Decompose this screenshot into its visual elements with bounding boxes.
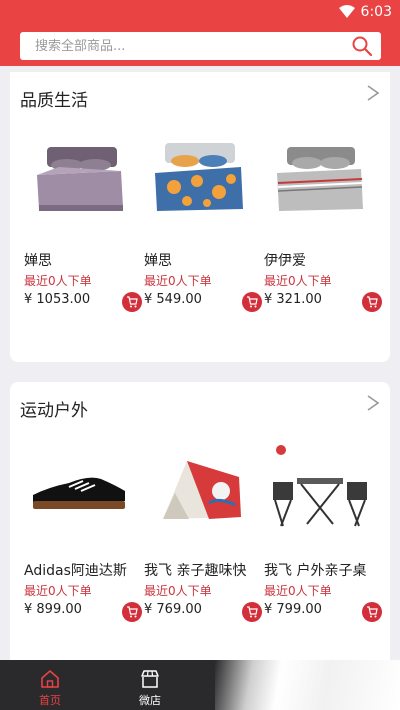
product-sales: 最近0人下单 xyxy=(264,274,332,288)
cart-icon xyxy=(127,606,138,618)
product-name: Adidas阿迪达斯 xyxy=(24,563,127,579)
product-name: 婵思 xyxy=(144,253,172,269)
add-to-cart-button[interactable] xyxy=(122,602,142,622)
add-to-cart-button[interactable] xyxy=(122,292,142,312)
tab-shop[interactable]: 微店 xyxy=(120,664,180,708)
obscured-area xyxy=(215,660,400,710)
product-sales: 最近0人下单 xyxy=(144,584,212,598)
tab-home-label: 首页 xyxy=(39,694,61,707)
product-price: ¥ 769.00 xyxy=(144,602,202,617)
product-name: 伊伊爱 xyxy=(264,253,306,269)
product-sales: 最近0人下单 xyxy=(144,274,212,288)
wifi-icon xyxy=(338,5,355,18)
section-title: 品质生活 xyxy=(20,91,88,111)
product-price: ¥ 799.00 xyxy=(264,602,322,617)
bed-image xyxy=(277,147,363,211)
product-price: ¥ 321.00 xyxy=(264,292,322,307)
product-sales: 最近0人下单 xyxy=(24,584,92,598)
product-image[interactable] xyxy=(260,432,378,542)
cart-icon xyxy=(127,296,138,308)
status-bar: 6:03 xyxy=(0,0,400,26)
product-name: 婵思 xyxy=(24,253,52,269)
tab-home[interactable]: 首页 xyxy=(20,664,80,708)
product-image[interactable] xyxy=(20,122,138,232)
product-name: 我飞 亲子趣味快 xyxy=(144,563,247,579)
product-image[interactable] xyxy=(260,122,378,232)
store-icon xyxy=(141,670,159,688)
product-name: 我飞 户外亲子桌 xyxy=(264,563,367,579)
search-header xyxy=(0,26,400,66)
add-to-cart-button[interactable] xyxy=(242,602,262,622)
search-box[interactable] xyxy=(20,32,381,60)
product-price: ¥ 1053.00 xyxy=(24,292,91,307)
cart-icon xyxy=(367,296,378,308)
section-quality-life: 品质生活 婵思 最近0人下单 ¥ 1053.00 婵思 最近0人下单 ¥ 549… xyxy=(10,72,390,362)
home-icon xyxy=(41,670,59,688)
tent-image xyxy=(163,461,241,519)
chevron-right-icon[interactable] xyxy=(366,394,380,412)
status-icons: 6:03 xyxy=(338,4,392,20)
search-icon[interactable] xyxy=(351,35,373,57)
chevron-right-icon[interactable] xyxy=(366,84,380,102)
cart-icon xyxy=(367,606,378,618)
product-sales: 最近0人下单 xyxy=(264,584,332,598)
cart-icon xyxy=(247,296,258,308)
add-to-cart-button[interactable] xyxy=(362,602,382,622)
clock-text: 6:03 xyxy=(360,4,392,20)
product-price: ¥ 899.00 xyxy=(24,602,82,617)
add-to-cart-button[interactable] xyxy=(362,292,382,312)
bed-image xyxy=(37,147,123,211)
folding-table-image xyxy=(273,445,367,527)
cart-icon xyxy=(247,606,258,618)
product-sales: 最近0人下单 xyxy=(24,274,92,288)
product-price: ¥ 549.00 xyxy=(144,292,202,307)
product-image[interactable] xyxy=(140,122,258,232)
sneaker-image xyxy=(33,477,125,509)
bed-image xyxy=(155,143,243,211)
search-input[interactable] xyxy=(20,32,330,60)
product-image[interactable] xyxy=(140,432,258,542)
section-sports-outdoor: 运动户外 Adidas阿迪达斯 最近0人下单 ¥ 899.00 我飞 亲子趣味快… xyxy=(10,382,390,672)
add-to-cart-button[interactable] xyxy=(242,292,262,312)
product-image[interactable] xyxy=(20,432,138,542)
section-title: 运动户外 xyxy=(20,401,88,421)
tab-shop-label: 微店 xyxy=(139,694,161,707)
